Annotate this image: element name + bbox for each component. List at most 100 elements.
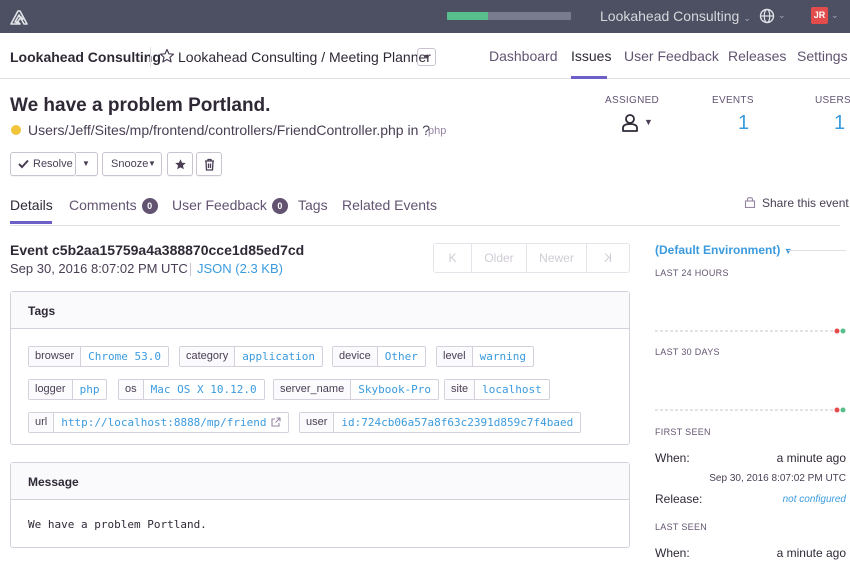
resolve-dropdown-button[interactable]: ▼ (76, 152, 98, 176)
chevron-down-icon: ▼ (148, 159, 156, 168)
tag-site[interactable]: site localhost (444, 379, 550, 400)
sync-progress-fill (447, 12, 488, 20)
tag-value[interactable]: localhost (475, 380, 549, 399)
project-dropdown-button[interactable]: ▾ (417, 48, 436, 66)
comments-count-badge: 0 (141, 198, 158, 214)
active-nav-indicator (571, 76, 607, 79)
nav-dashboard[interactable]: Dashboard (489, 48, 558, 64)
resolve-button[interactable]: Resolve (10, 152, 76, 176)
tag-user[interactable]: user id:724cb06a57a8f63c2391d859c7f4baed (299, 412, 582, 433)
tag-value[interactable]: id:724cb06a57a8f63c2391d859c7f4baed (334, 413, 580, 432)
tag-level[interactable]: level warning (436, 346, 534, 367)
snooze-label: Snooze (111, 158, 149, 170)
star-icon[interactable] (159, 48, 175, 64)
chevron-down-icon: ▾ (424, 52, 429, 61)
divider (788, 250, 846, 251)
environment-label: (Default Environment) (655, 243, 781, 257)
sync-progress-bar (447, 12, 571, 20)
user-icon[interactable] (621, 113, 639, 133)
tag-device[interactable]: device Other (332, 346, 426, 367)
org-switcher-label: Lookahead Consulting (600, 8, 740, 24)
bookmark-button[interactable] (167, 152, 193, 176)
last-24-hours-label: LAST 24 HOURS (655, 268, 729, 278)
delete-button[interactable] (196, 152, 222, 176)
tag-value[interactable]: Mac OS X 10.12.0 (144, 380, 264, 399)
older-event-button[interactable]: Older (472, 244, 527, 272)
tag-key: device (333, 347, 378, 366)
checkmark-icon (18, 159, 29, 169)
tag-value[interactable]: Other (378, 347, 425, 366)
tag-value[interactable]: application (235, 347, 322, 366)
snooze-button[interactable]: Snooze ▼ (102, 152, 162, 176)
tag-logger[interactable]: logger php (28, 379, 108, 400)
avatar[interactable]: JR (811, 7, 828, 24)
last-30-days-label: LAST 30 DAYS (655, 347, 720, 357)
chevron-down-icon[interactable]: ▼ (644, 117, 653, 127)
first-seen-when-label: When: (655, 451, 690, 465)
level-indicator (11, 125, 21, 135)
first-seen-label: FIRST SEEN (655, 427, 711, 437)
org-switcher[interactable]: Lookahead Consulting ⌄ (600, 8, 751, 24)
nav-user-feedback[interactable]: User Feedback (624, 48, 719, 64)
project-name[interactable]: Lookahead Consulting / Meeting Planner (178, 49, 431, 65)
nav-issues[interactable]: Issues (571, 48, 611, 64)
environment-selector[interactable]: (Default Environment) ▼ (655, 243, 793, 257)
chevron-down-icon: ▼ (783, 246, 793, 256)
nav-releases[interactable]: Releases (728, 48, 786, 64)
tag-value[interactable]: Skybook-Pro (351, 380, 438, 399)
message-panel: Message We have a problem Portland. (10, 462, 630, 548)
events-count[interactable]: 1 (738, 112, 749, 135)
share-event-link[interactable]: Share this event (744, 196, 849, 210)
users-label: USERS (815, 95, 850, 106)
tag-url-value: http://localhost:8888/mp/friend (61, 416, 267, 429)
first-seen-when-value: a minute ago (776, 451, 846, 465)
tag-os[interactable]: os Mac OS X 10.12.0 (118, 379, 265, 400)
trash-icon (205, 158, 214, 171)
tab-details[interactable]: Details (10, 197, 53, 213)
issue-culprit: Users/Jeff/Sites/mp/frontend/controllers… (28, 122, 431, 138)
globe-icon[interactable] (759, 8, 775, 24)
newer-event-button[interactable]: Newer (527, 244, 587, 272)
tag-key: logger (29, 380, 73, 399)
project-header: Lookahead Consulting Lookahead Consultin… (0, 33, 850, 79)
tag-key: site (445, 380, 476, 399)
sentry-logo-icon[interactable] (9, 7, 29, 27)
tag-key: url (29, 413, 55, 432)
lock-icon (744, 197, 756, 208)
tag-value[interactable]: http://localhost:8888/mp/friend (54, 413, 287, 432)
tag-key: user (300, 413, 335, 432)
chevron-down-icon[interactable]: ⌄ (778, 10, 786, 21)
platform-label: php (428, 125, 447, 137)
users-count[interactable]: 1 (834, 112, 845, 135)
star-icon (175, 159, 186, 170)
external-link-icon[interactable] (270, 417, 281, 427)
tag-browser[interactable]: browser Chrome 53.0 (28, 346, 169, 367)
divider (190, 263, 191, 276)
tag-server-name[interactable]: server_name Skybook-Pro (273, 379, 440, 400)
first-event-button[interactable]: K (434, 244, 472, 272)
last-seen-when-value: a minute ago (776, 546, 846, 560)
tag-value[interactable]: php (73, 380, 107, 399)
tag-key: server_name (274, 380, 352, 399)
tab-user-feedback[interactable]: User Feedback 0 (172, 197, 288, 214)
first-seen-date: Sep 30, 2016 8:07:02 PM UTC (709, 473, 846, 484)
chevron-down-icon: ⌄ (743, 13, 751, 23)
tab-related-events[interactable]: Related Events (342, 197, 437, 213)
tag-url[interactable]: url http://localhost:8888/mp/friend (28, 412, 289, 433)
chevron-down-icon[interactable]: ⌄ (831, 10, 839, 21)
chevron-down-icon: ▼ (82, 159, 90, 168)
release-value[interactable]: not configured (783, 494, 846, 505)
message-text: We have a problem Portland. (28, 518, 207, 531)
last-24-hours-sparkline (655, 328, 846, 334)
event-json-link[interactable]: JSON (2.3 KB) (197, 261, 283, 276)
tab-comments[interactable]: Comments 0 (69, 197, 158, 214)
share-label: Share this event (762, 196, 849, 210)
resolve-label: Resolve (33, 158, 73, 170)
org-name-link[interactable]: Lookahead Consulting (10, 49, 161, 65)
tag-category[interactable]: category application (179, 346, 324, 367)
tag-value[interactable]: warning (473, 347, 533, 366)
tab-tags[interactable]: Tags (298, 197, 328, 213)
last-event-button[interactable]: K (587, 244, 629, 272)
nav-settings[interactable]: Settings (797, 48, 848, 64)
tag-value[interactable]: Chrome 53.0 (81, 347, 168, 366)
